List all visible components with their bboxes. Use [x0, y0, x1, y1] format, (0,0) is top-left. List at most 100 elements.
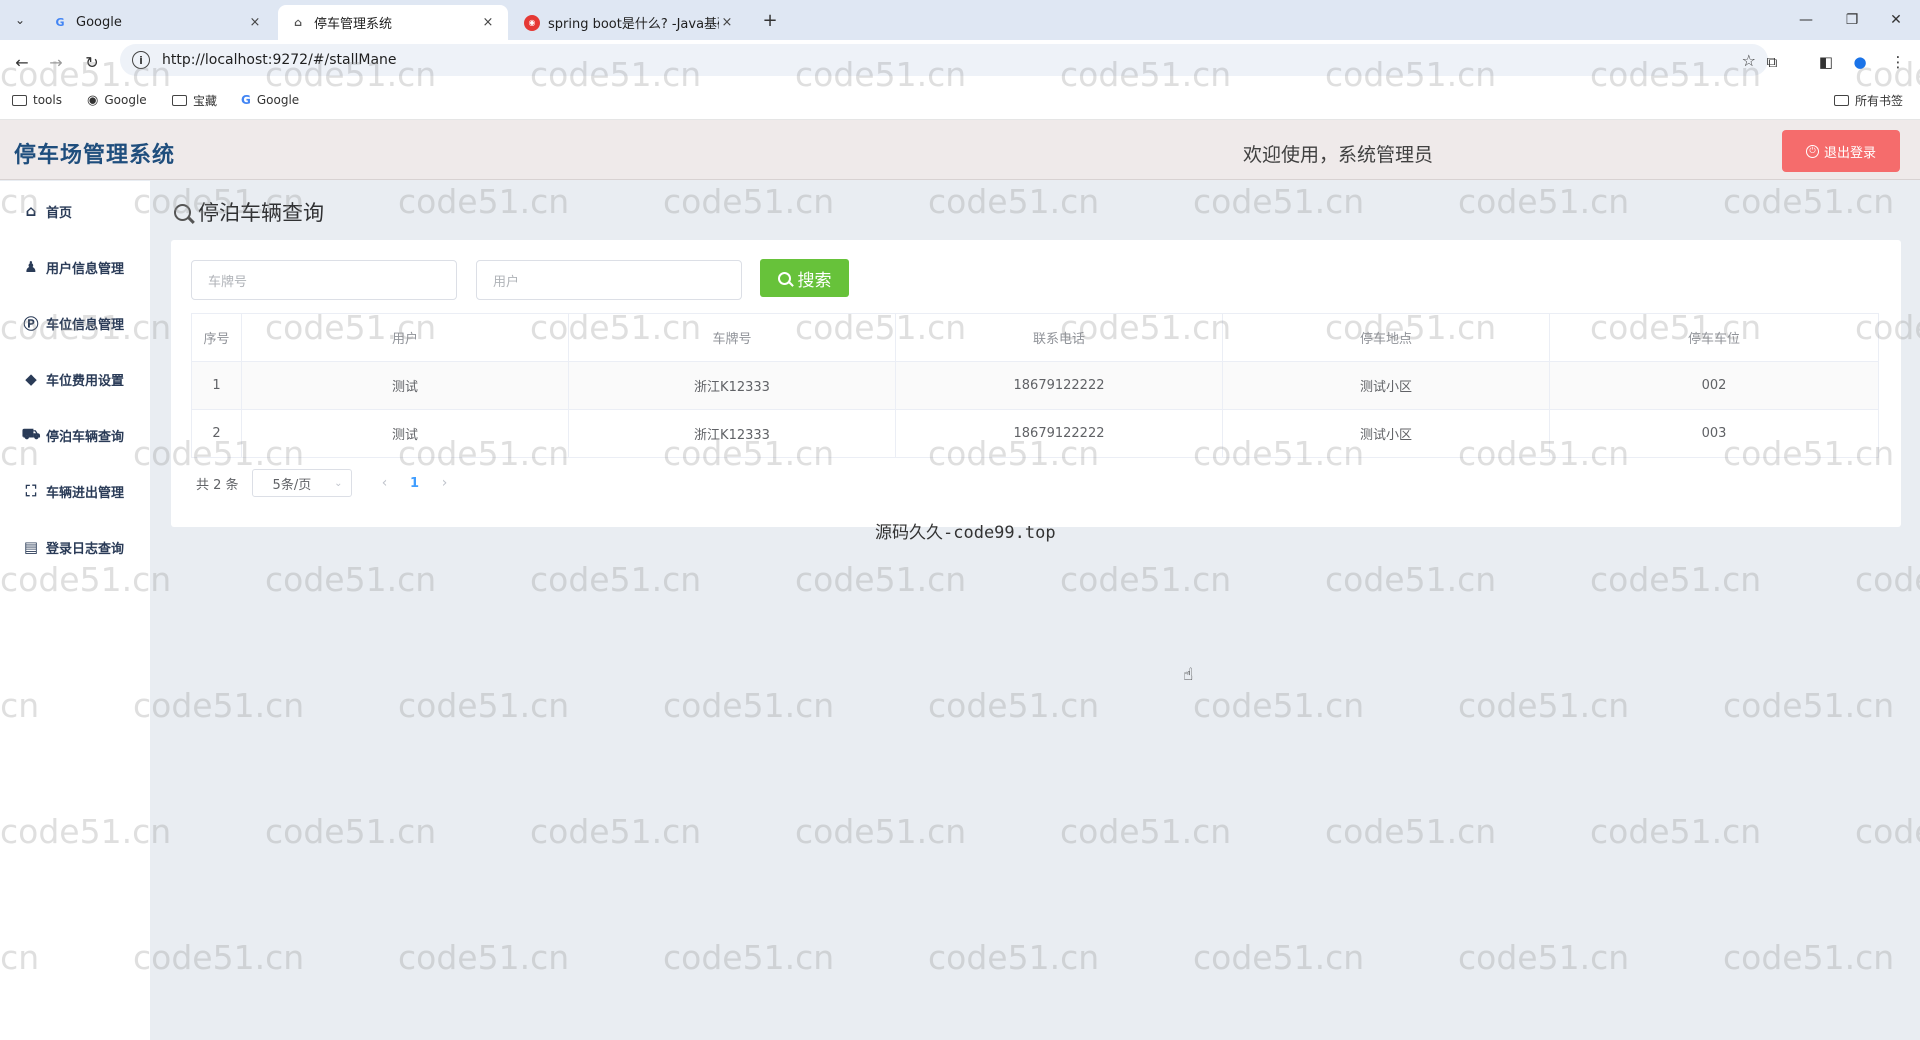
tab-label: 停车管理系统	[314, 17, 393, 32]
hand-cursor-icon: ☝	[1183, 665, 1194, 685]
source-footer-note: 源码久久-code99.top	[875, 523, 1056, 543]
column-header: 序号	[191, 313, 242, 362]
back-icon[interactable]: ←	[8, 48, 36, 76]
logout-label: 退出登录	[1823, 145, 1876, 161]
extensions-icon[interactable]: ⧉	[1758, 48, 1786, 76]
main-content: 停泊车辆查询 车牌号 用户 搜索 序号 用户 车牌号 联系电话 停车地点 停车车…	[150, 181, 1920, 1040]
sidebar-item-fees[interactable]: ◆ 车位费用设置	[0, 359, 150, 399]
close-icon[interactable]: ×	[247, 15, 263, 30]
sidebar-item-label: 登录日志查询	[46, 541, 125, 557]
sidebar-item-label: 首页	[46, 205, 73, 221]
sidebar-item-users[interactable]: ♟ 用户信息管理	[0, 247, 150, 287]
parked-vehicles-table: 序号 用户 车牌号 联系电话 停车地点 停车车位 1 测试 浙江K12333 1…	[191, 313, 1879, 458]
app-title: 停车场管理系统	[14, 143, 176, 168]
reload-icon[interactable]: ↻	[78, 48, 106, 76]
column-header: 停车地点	[1222, 313, 1550, 362]
table-cell: 测试小区	[1222, 409, 1550, 458]
table-row[interactable]: 1 测试 浙江K12333 18679122222 测试小区 002	[191, 361, 1879, 410]
plate-number-input[interactable]: 车牌号	[191, 260, 457, 300]
table-cell: 2	[191, 409, 242, 458]
all-bookmarks[interactable]: 所有书签	[1834, 90, 1903, 110]
column-header: 车牌号	[568, 313, 896, 362]
restore-icon[interactable]: ❐	[1832, 8, 1872, 32]
url-text: http://localhost:9272/#/stallMane	[162, 52, 397, 68]
log-icon: ▤	[23, 538, 39, 556]
tab-spring-boot[interactable]: ◉ spring boot是什么? -Java基础 ×	[512, 5, 747, 40]
browser-tab-bar: ⌄ G Google × ⌂ 停车管理系统 × ◉ spring boot是什么…	[0, 0, 1920, 40]
tab-label: spring boot是什么? -Java基础	[548, 17, 719, 32]
bookmark-treasure[interactable]: 宝藏	[172, 90, 217, 110]
page-size-select[interactable]: 5条/页 ⌄	[251, 469, 352, 497]
bookmark-label: Google	[104, 93, 147, 107]
next-page-button[interactable]: ›	[430, 475, 460, 491]
car-icon: ⛟	[21, 425, 41, 443]
bookmark-tools[interactable]: tools	[12, 90, 62, 110]
prev-page-button[interactable]: ‹	[370, 475, 400, 491]
scan-icon: ⛶	[25, 482, 37, 500]
column-header: 联系电话	[895, 313, 1223, 362]
column-header: 停车车位	[1549, 313, 1879, 362]
tab-parking-system[interactable]: ⌂ 停车管理系统 ×	[278, 5, 508, 40]
table-cell: 浙江K12333	[568, 409, 896, 458]
close-icon[interactable]: ×	[719, 15, 735, 30]
sidebar-item-home[interactable]: ⌂ 首页	[0, 191, 150, 231]
page-size-value: 5条/页	[272, 477, 312, 493]
bookmark-star-icon[interactable]: ☆	[1742, 51, 1756, 70]
sidebar-item-vehicle-access[interactable]: ⛶ 车辆进出管理	[0, 471, 150, 511]
page-title-text: 停泊车辆查询	[198, 201, 324, 225]
logout-button[interactable]: ⏻ 退出登录	[1782, 130, 1900, 172]
sidebar-item-login-logs[interactable]: ▤ 登录日志查询	[0, 527, 150, 567]
sidebar-item-label: 车位信息管理	[46, 317, 125, 333]
forward-icon[interactable]: →	[42, 48, 70, 76]
bookmark-google-2[interactable]: G Google	[241, 90, 299, 110]
google-icon: G	[241, 93, 251, 107]
pagination-total: 共 2 条	[196, 477, 239, 493]
window-close-icon[interactable]: ✕	[1876, 8, 1916, 32]
table-cell: 浙江K12333	[568, 361, 896, 410]
table-cell: 18679122222	[895, 361, 1223, 410]
table-cell: 002	[1549, 361, 1879, 410]
search-button[interactable]: 搜索	[760, 259, 849, 297]
bookmark-label: Google	[256, 93, 300, 107]
home-icon: ⌂	[25, 202, 37, 220]
profile-icon[interactable]: ●	[1846, 48, 1874, 76]
power-icon: ⏻	[1805, 144, 1819, 158]
table-cell: 003	[1549, 409, 1879, 458]
side-panel-icon[interactable]: ◧	[1812, 48, 1840, 76]
table-header-row: 序号 用户 车牌号 联系电话 停车地点 停车车位	[191, 313, 1879, 362]
close-icon[interactable]: ×	[480, 15, 496, 30]
sidebar-item-parked-vehicles[interactable]: ⛟ 停泊车辆查询	[0, 415, 150, 455]
minimize-icon[interactable]: —	[1786, 8, 1826, 32]
google-icon: G	[55, 16, 65, 29]
sidebar-item-label: 停泊车辆查询	[46, 429, 125, 445]
site-info-icon[interactable]: i	[132, 51, 150, 69]
parking-icon: Ⓟ	[23, 314, 39, 333]
folder-icon	[12, 94, 27, 106]
welcome-text: 欢迎使用，系统管理员	[1243, 144, 1434, 166]
user-input[interactable]: 用户	[476, 260, 742, 300]
bookmarks-bar: tools ◉ Google 宝藏 G Google 所有书签	[0, 80, 1920, 120]
site-favicon-icon: ◉	[524, 14, 540, 31]
bookmark-google-1[interactable]: ◉ Google	[87, 90, 147, 110]
folder-icon	[1834, 94, 1849, 106]
column-header: 用户	[241, 313, 569, 362]
bookmark-label: tools	[33, 93, 62, 107]
table-cell: 测试	[241, 361, 569, 410]
url-input[interactable]: i http://localhost:9272/#/stallMane ☆	[120, 44, 1768, 76]
address-bar: ← → ↻ i http://localhost:9272/#/stallMan…	[0, 40, 1920, 80]
new-tab-button[interactable]: +	[758, 8, 782, 32]
table-cell: 测试小区	[1222, 361, 1550, 410]
sidebar-item-stalls[interactable]: Ⓟ 车位信息管理	[0, 303, 150, 343]
tab-google[interactable]: G Google ×	[40, 5, 275, 40]
pagination: 共 2 条 5条/页 ⌄ ‹ 1 ›	[196, 469, 460, 497]
menu-icon[interactable]: ⋮	[1884, 48, 1912, 76]
app-header: 停车场管理系统 欢迎使用，系统管理员 ⏻ 退出登录	[0, 120, 1920, 180]
tab-search-icon[interactable]: ⌄	[8, 8, 32, 32]
query-card: 车牌号 用户 搜索 序号 用户 车牌号 联系电话 停车地点 停车车位 1 测试 …	[171, 240, 1901, 527]
page-number-current[interactable]: 1	[400, 476, 430, 491]
search-icon	[777, 271, 791, 285]
tab-label: Google	[76, 15, 122, 30]
table-cell: 测试	[241, 409, 569, 458]
table-row[interactable]: 2 测试 浙江K12333 18679122222 测试小区 003	[191, 409, 1879, 458]
search-icon	[174, 203, 191, 221]
